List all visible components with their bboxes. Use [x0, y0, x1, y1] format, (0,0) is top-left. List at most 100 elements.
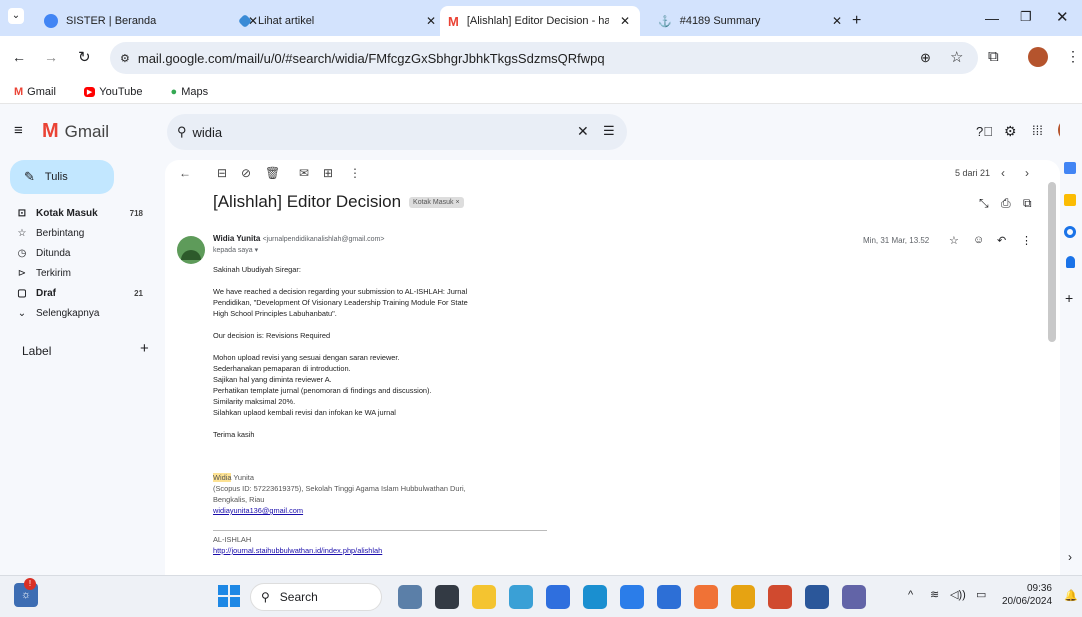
windows-taskbar: ☼ ! ⚲ Search ^ ≋ ◁)) ▭ 09:36 20/06/2024 …: [0, 575, 1082, 617]
older-icon[interactable]: ›: [1025, 162, 1029, 184]
get-addons-icon[interactable]: +: [1065, 290, 1073, 306]
gmail-logo[interactable]: M Gmail: [42, 120, 109, 143]
mark-unread-icon[interactable]: ✉: [299, 162, 309, 184]
app-blue-icon[interactable]: [509, 585, 533, 609]
sender-avatar[interactable]: [177, 236, 205, 264]
calendar-icon[interactable]: [1064, 162, 1076, 174]
compose-button[interactable]: ✎ Tulis: [10, 160, 114, 194]
sidebar-item-snoozed[interactable]: ◷ Ditunda: [0, 242, 165, 264]
apps-grid-icon[interactable]: ⁞⁞⁞: [1032, 123, 1043, 138]
site-info-icon[interactable]: ⚙: [120, 52, 130, 65]
minimize-icon[interactable]: —: [985, 10, 999, 26]
tab-lihat-artikel[interactable]: Lihat artikel ✕: [232, 6, 446, 36]
new-tab-icon[interactable]: +: [852, 12, 861, 30]
show-hidden-icons-icon[interactable]: ^: [908, 589, 913, 601]
bookmark-youtube[interactable]: ▶ YouTube: [83, 86, 157, 98]
back-to-list-icon[interactable]: ←: [179, 162, 191, 184]
open-new-window-icon[interactable]: ⧉: [1023, 196, 1032, 211]
contacts-icon[interactable]: [1066, 256, 1075, 268]
store-icon[interactable]: [657, 585, 681, 609]
reload-icon[interactable]: ↻: [78, 48, 91, 66]
sidebar-item-starred[interactable]: ☆ Berbintang: [0, 222, 165, 244]
clear-search-icon[interactable]: ✕: [577, 123, 589, 140]
search-icon[interactable]: ⚲: [177, 124, 187, 140]
recipient-details[interactable]: kepada saya ▾: [213, 246, 258, 254]
word-icon[interactable]: [805, 585, 829, 609]
add-label-icon[interactable]: +: [140, 340, 149, 357]
email-body-line: Sakinah Ubudiyah Siregar:: [213, 265, 301, 274]
url-field[interactable]: ⚙ mail.google.com/mail/u/0/#search/widia…: [110, 42, 978, 74]
zoom-icon[interactable]: ⊕: [920, 50, 931, 66]
sig-email-link[interactable]: widiayunita136@gmail.com: [213, 506, 303, 515]
reply-icon[interactable]: ↶: [997, 234, 1006, 247]
bookmark-maps[interactable]: ● Maps: [171, 86, 223, 98]
tab-title: #4189 Summary: [679, 15, 761, 27]
forward-icon[interactable]: →: [44, 49, 58, 65]
search-bar[interactable]: ⚲ widia ✕ ☰: [167, 114, 627, 150]
star-message-icon[interactable]: ☆: [949, 234, 959, 247]
inbox-label-chip[interactable]: Kotak Masuk ×: [409, 196, 464, 208]
edge-icon[interactable]: [583, 585, 607, 609]
chrome-dev-icon[interactable]: [768, 585, 792, 609]
report-spam-icon[interactable]: ⊘: [241, 162, 251, 184]
wifi-icon[interactable]: ≋: [930, 588, 939, 601]
main-menu-icon[interactable]: ≡: [14, 122, 23, 139]
email-body-line: Pendidikan, "Development Of Visionary Le…: [213, 298, 468, 307]
close-tab-icon[interactable]: ✕: [426, 14, 436, 28]
email-body-line: Perhatikan template jurnal (penomoran di…: [213, 386, 432, 395]
tab-list-icon[interactable]: ⌄: [8, 8, 24, 24]
keep-icon[interactable]: [1064, 194, 1076, 206]
window-close-icon[interactable]: ✕: [1056, 8, 1069, 26]
search-input[interactable]: widia: [193, 125, 223, 140]
help-icon[interactable]: ?⃝: [976, 124, 993, 139]
sidebar-item-inbox[interactable]: ⊡ Kotak Masuk 718: [0, 202, 165, 224]
tasks-icon[interactable]: [1064, 226, 1076, 238]
tab-gmail-active[interactable]: M [Alishlah] Editor Decision - hafiz ✕: [440, 6, 640, 36]
back-icon[interactable]: ←: [12, 49, 26, 65]
sidebar-item-drafts[interactable]: ▢ Draf 21: [0, 282, 165, 304]
gmail-m-icon: M: [42, 120, 59, 142]
chrome-icon[interactable]: [731, 585, 755, 609]
teams-icon[interactable]: [842, 585, 866, 609]
profile-avatar[interactable]: [1028, 47, 1048, 67]
app-orange-icon[interactable]: [694, 585, 718, 609]
delete-icon[interactable]: 🗑: [265, 162, 280, 184]
bookmark-star-icon[interactable]: ☆: [950, 48, 963, 66]
windows-start-icon[interactable]: [218, 585, 240, 607]
search-options-icon[interactable]: ☰: [603, 123, 615, 139]
file-explorer-icon[interactable]: [472, 585, 496, 609]
sidebar-item-sent[interactable]: ⊳ Terkirim: [0, 262, 165, 284]
browser-menu-icon[interactable]: ⋮: [1066, 48, 1080, 65]
clock[interactable]: 09:36 20/06/2024: [1002, 582, 1052, 608]
chrome-canary-icon[interactable]: [620, 585, 644, 609]
close-tab-icon[interactable]: ✕: [620, 14, 630, 28]
volume-icon[interactable]: ◁)): [950, 588, 966, 601]
app-dark-icon[interactable]: [435, 585, 459, 609]
print-icon[interactable]: ⎙: [1001, 196, 1011, 211]
show-side-panel-icon[interactable]: ›: [1068, 550, 1072, 564]
expand-all-icon[interactable]: ⤡: [979, 196, 989, 211]
taskbar-search[interactable]: ⚲ Search: [250, 583, 382, 611]
snooze-icon[interactable]: ⊞: [323, 162, 333, 184]
restore-icon[interactable]: ❐: [1020, 9, 1032, 25]
close-tab-icon[interactable]: ✕: [832, 14, 842, 28]
settings-gear-icon[interactable]: ⚙: [1004, 123, 1017, 140]
landscape-app-icon[interactable]: [398, 585, 422, 609]
more-actions-icon[interactable]: ⋮: [349, 162, 361, 184]
sidebar-item-more[interactable]: ⌄ Selengkapnya: [0, 302, 165, 324]
sender-email: <jurnalpendidikanalishlah@gmail.com>: [262, 236, 385, 243]
emoji-react-icon[interactable]: ☺: [973, 234, 984, 246]
message-more-icon[interactable]: ⋮: [1021, 234, 1032, 247]
myk-app-icon[interactable]: [546, 585, 570, 609]
sender-name[interactable]: Widia Yunita: [213, 234, 260, 243]
email-subject: [Alishlah] Editor Decision: [213, 192, 402, 211]
notification-bell-icon[interactable]: 🔔: [1064, 589, 1078, 602]
journal-link[interactable]: http://journal.staihubbulwathan.id/index…: [213, 546, 382, 555]
bookmark-gmail[interactable]: M Gmail: [14, 86, 70, 98]
tab-summary[interactable]: ⚓ #4189 Summary ✕: [650, 6, 852, 36]
extensions-icon[interactable]: ⧉: [988, 48, 999, 65]
battery-icon[interactable]: ▭: [976, 588, 986, 601]
archive-icon[interactable]: ⊟: [217, 162, 227, 184]
scrollbar-thumb[interactable]: [1048, 182, 1056, 342]
newer-icon[interactable]: ‹: [1001, 162, 1005, 184]
